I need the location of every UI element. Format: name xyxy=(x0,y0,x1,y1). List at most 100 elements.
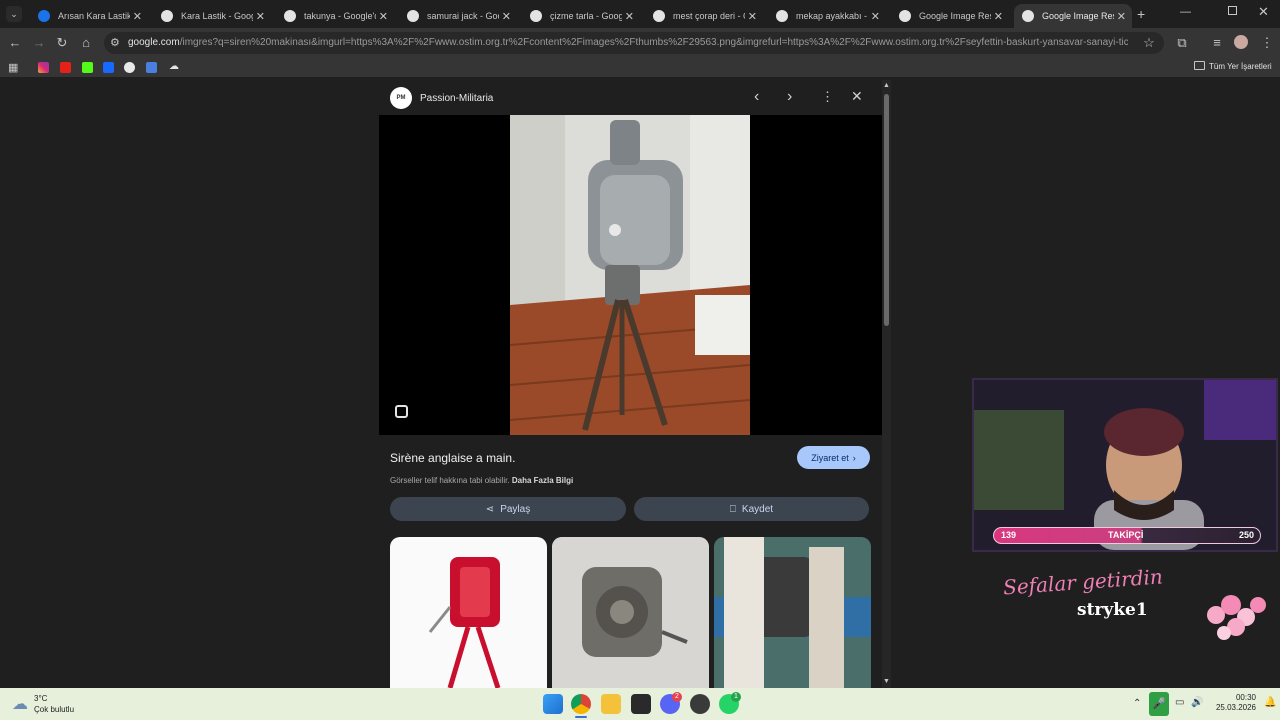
microphone-icon[interactable]: 🎤 xyxy=(1149,692,1169,716)
all-bookmarks-folder-icon[interactable] xyxy=(1194,61,1205,70)
tab-favicon-icon xyxy=(161,10,173,22)
copyright-text: Görseller telif hakkına tabi olabilir. xyxy=(390,476,510,485)
apps-grid-icon[interactable]: ▦ xyxy=(8,61,18,74)
clock[interactable]: 00:30 25.03.2026 xyxy=(1206,693,1256,713)
visit-button[interactable]: Ziyaret et › xyxy=(797,446,870,469)
url-domain: google.com xyxy=(128,37,180,48)
related-image-3[interactable] xyxy=(714,537,871,688)
bookmark-star-icon[interactable]: ☆ xyxy=(1140,34,1158,52)
media-controls-icon[interactable]: ≡ xyxy=(1208,34,1226,52)
tab-close-icon[interactable]: ✕ xyxy=(625,10,634,23)
show-hidden-icons[interactable]: ⌃ xyxy=(1133,698,1141,709)
browser-tab[interactable]: samurai jack - Google✕ xyxy=(399,4,517,28)
source-logo[interactable]: PM xyxy=(390,87,412,109)
volume-icon[interactable]: 🔊 xyxy=(1191,697,1203,708)
youtube-bookmark-icon[interactable] xyxy=(60,62,71,73)
tab-close-icon[interactable]: ✕ xyxy=(133,10,142,23)
visit-button-label: Ziyaret et xyxy=(811,452,849,463)
tab-title: çizme tarla - Google xyxy=(550,11,622,21)
image-title[interactable]: Sirène anglaise a main. xyxy=(390,451,515,465)
tab-favicon-icon xyxy=(899,10,911,22)
extensions-icon[interactable]: ⧉ xyxy=(1173,34,1191,52)
discord-badge: 2 xyxy=(672,692,682,702)
obs-icon[interactable] xyxy=(690,694,710,714)
browser-tab[interactable]: takunya - Google'da✕ xyxy=(276,4,394,28)
home-icon[interactable]: ⌂ xyxy=(77,34,95,52)
save-button[interactable]: ⎕ Kaydet xyxy=(634,497,869,521)
previous-image-icon[interactable]: ‹ xyxy=(754,88,759,106)
back-icon[interactable]: ← xyxy=(6,34,24,52)
tab-title: mest çorap deri - Go xyxy=(673,11,745,21)
tab-close-icon[interactable]: ✕ xyxy=(502,10,511,23)
weather-widget[interactable]: ☁ 3°C Çok bulutlu xyxy=(12,692,92,716)
windows-start-icon[interactable] xyxy=(543,694,563,714)
weather-temp: 3°C xyxy=(34,694,48,703)
tab-close-icon[interactable]: ✕ xyxy=(256,10,265,23)
more-options-icon[interactable]: ⋮ xyxy=(821,89,834,105)
flowers-illustration xyxy=(1207,595,1266,640)
chrome-active-indicator xyxy=(575,716,587,718)
siren-photo-illustration xyxy=(510,115,750,435)
epic-games-icon[interactable] xyxy=(631,694,651,714)
browser-tab[interactable]: Google Image Result✕ xyxy=(1014,4,1132,28)
behance-bookmark-icon[interactable] xyxy=(103,62,114,73)
tab-title: Google Image Result xyxy=(1042,11,1114,21)
clock-time: 00:30 xyxy=(1235,693,1256,702)
all-bookmarks-link[interactable]: Tüm Yer İşaretleri xyxy=(1209,62,1272,71)
more-info-link[interactable]: Daha Fazla Bilgi xyxy=(512,476,573,485)
browser-tab[interactable]: Google Image Result✕ xyxy=(891,4,1009,28)
site-info-icon[interactable]: ⚙ xyxy=(110,36,120,49)
next-image-icon[interactable]: › xyxy=(787,88,792,106)
google-lens-icon[interactable] xyxy=(395,405,408,418)
tab-title: Arısan Kara Lastik İş / xyxy=(58,11,130,21)
related-image-1[interactable] xyxy=(390,537,547,688)
related-image-2[interactable] xyxy=(552,537,709,688)
tab-close-icon[interactable]: ✕ xyxy=(994,10,1003,23)
close-window-button[interactable]: ✕ xyxy=(1258,4,1269,20)
notifications-icon[interactable]: 🔔 xyxy=(1264,697,1276,708)
source-name[interactable]: Passion-Militaria xyxy=(420,93,493,104)
scroll-down-icon[interactable]: ▼ xyxy=(883,678,890,685)
browser-tab[interactable]: Arısan Kara Lastik İş /✕ xyxy=(30,4,148,28)
profile-avatar[interactable] xyxy=(1234,35,1248,49)
factory-siren-illustration xyxy=(714,537,871,688)
browser-tab[interactable]: mekap ayakkabı - Go✕ xyxy=(768,4,886,28)
browser-tab[interactable]: mest çorap deri - Go✕ xyxy=(645,4,763,28)
chrome-taskbar-icon[interactable] xyxy=(571,694,591,714)
cloud-icon: ☁ xyxy=(12,696,28,713)
url-text[interactable]: google.com/imgres?q=siren%20makinası&img… xyxy=(128,37,1128,48)
maximize-button[interactable] xyxy=(1228,6,1237,15)
browser-tab[interactable]: Kara Lastik - Google'✕ xyxy=(153,4,271,28)
tab-title: mekap ayakkabı - Go xyxy=(796,11,868,21)
chrome-menu-icon[interactable]: ⋮ xyxy=(1258,34,1276,52)
share-button[interactable]: ⋖ Paylaş xyxy=(390,497,626,521)
translate-bookmark-icon[interactable] xyxy=(146,62,157,73)
scroll-up-icon[interactable]: ▲ xyxy=(883,82,890,89)
forward-icon[interactable]: → xyxy=(30,34,48,52)
tab-close-icon[interactable]: ✕ xyxy=(871,10,880,23)
browser-tab[interactable]: çizme tarla - Google✕ xyxy=(522,4,640,28)
scrollbar-thumb[interactable] xyxy=(884,94,889,326)
tab-close-icon[interactable]: ✕ xyxy=(1117,10,1126,23)
instagram-bookmark-icon[interactable] xyxy=(38,62,49,73)
file-explorer-icon[interactable] xyxy=(601,694,621,714)
url-path: /imgres?q=siren%20makinası&imgurl=https%… xyxy=(179,37,1128,48)
new-tab-button[interactable]: + xyxy=(1137,6,1145,22)
tab-close-icon[interactable]: ✕ xyxy=(748,10,757,23)
bookmark-icon[interactable]: ☁ xyxy=(169,61,179,72)
webcam-feed-illustration xyxy=(974,380,1276,550)
kick-bookmark-icon[interactable] xyxy=(82,62,93,73)
tab-title: Kara Lastik - Google' xyxy=(181,11,253,21)
network-icon[interactable]: ▭ xyxy=(1175,697,1184,708)
minimize-button[interactable]: — xyxy=(1180,6,1191,18)
chatgpt-bookmark-icon[interactable] xyxy=(124,62,135,73)
main-image[interactable] xyxy=(510,115,750,435)
reload-icon[interactable]: ↻ xyxy=(53,34,71,52)
tab-search-button[interactable]: ⌄ xyxy=(6,6,22,22)
close-viewer-icon[interactable]: ✕ xyxy=(851,88,863,105)
bookmark-icon: ⎕ xyxy=(729,503,736,515)
tab-favicon-icon xyxy=(38,10,50,22)
clock-date: 25.03.2026 xyxy=(1215,703,1256,712)
copyright-notice: Görseller telif hakkına tabi olabilir. D… xyxy=(390,476,573,485)
tab-close-icon[interactable]: ✕ xyxy=(379,10,388,23)
